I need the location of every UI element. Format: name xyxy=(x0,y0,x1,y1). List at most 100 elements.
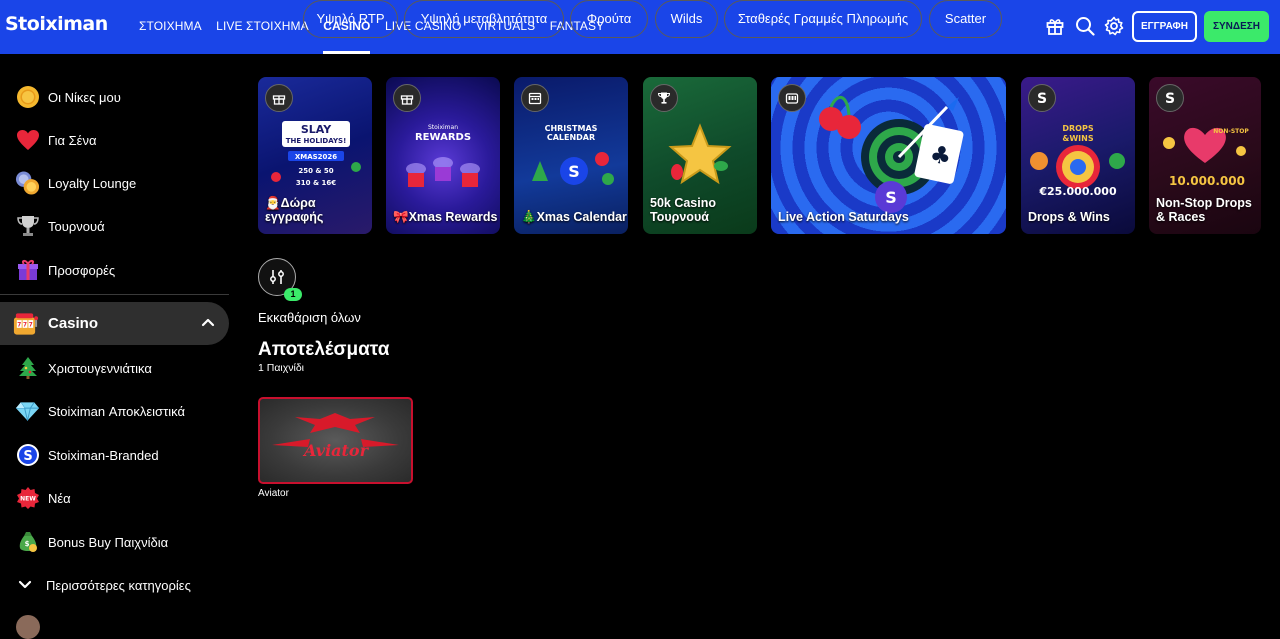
game-name: Aviator xyxy=(258,488,289,499)
svg-text:DROPS: DROPS xyxy=(1062,124,1093,133)
svg-text:S: S xyxy=(1037,91,1047,106)
sidebar-item-offers[interactable]: Προσφορές xyxy=(15,255,115,285)
sidebar-item-label: Προσφορές xyxy=(48,262,116,278)
svg-text:SLAY: SLAY xyxy=(301,123,332,136)
chevron-up-icon[interactable] xyxy=(201,315,215,329)
svg-text:310 & 16€: 310 & 16€ xyxy=(296,179,336,187)
promo-title: Live Action Saturdays xyxy=(778,210,909,224)
heart-icon xyxy=(15,128,40,153)
svg-text:$: $ xyxy=(24,540,29,548)
promo-title: 🎄Xmas Calendar xyxy=(521,210,627,224)
sidebar-item-exclusive[interactable]: Stoiximan Αποκλειστικά xyxy=(15,396,185,426)
svg-text:XMAS2026: XMAS2026 xyxy=(295,153,337,161)
promo-card-drops-wins[interactable]: DROPS &WINS €25.000.000 S Drops & Wins xyxy=(1021,77,1135,234)
filter-chip-wilds[interactable]: Wilds xyxy=(655,0,718,38)
results-count: 1 Παιχνίδι xyxy=(258,362,305,374)
sidebar-item-loyalty[interactable]: Loyalty Lounge xyxy=(15,168,136,198)
sidebar-item-tournaments[interactable]: Τουρνουά xyxy=(15,211,105,241)
filter-chip-fruits[interactable]: Φρούτα xyxy=(570,0,648,38)
svg-text:NEW: NEW xyxy=(20,496,36,503)
nav-stoixima[interactable]: ΣΤΟΙΧΗΜΑ xyxy=(139,0,202,54)
gift-icon[interactable] xyxy=(1045,16,1065,36)
filter-chip-fixed-paylines[interactable]: Σταθερές Γραμμές Πληρωμής xyxy=(724,0,922,38)
results-title: Αποτελέσματα xyxy=(258,339,390,360)
promo-title: 50k Casino Τουρνουά xyxy=(650,196,717,224)
sidebar-item-wins[interactable]: Οι Νίκες μου xyxy=(15,82,121,112)
promo-card-non-stop-drops[interactable]: NON-STOP 10.000.000 S Non-Stop Drops & R… xyxy=(1149,77,1261,234)
stoiximan-logo-icon: S xyxy=(15,443,40,468)
login-button[interactable]: ΣΥΝΔΕΣΗ xyxy=(1204,11,1269,42)
svg-text:Stoiximan: Stoiximan xyxy=(428,124,458,131)
svg-text:S: S xyxy=(885,188,897,207)
sliders-icon xyxy=(270,270,284,284)
promo-card-registration-gifts[interactable]: SLAY THE HOLIDAYS! XMAS2026 250 & 50 310… xyxy=(258,77,372,234)
svg-text:250 & 50: 250 & 50 xyxy=(298,167,333,175)
aviator-logo: Aviator xyxy=(272,413,399,460)
christmas-tree-icon xyxy=(15,356,40,381)
sidebar-item-label: Για Σένα xyxy=(48,132,97,148)
promo-title: Non-Stop Drops & Races xyxy=(1156,196,1252,224)
svg-text:10.000.000: 10.000.000 xyxy=(1169,174,1245,188)
money-bag-icon: $ xyxy=(15,530,40,555)
sidebar-item-label: Χριστουγεννιάτικα xyxy=(48,360,152,376)
slot-icon xyxy=(778,84,806,112)
aviator-logo-text: Aviator xyxy=(302,441,370,460)
gift-icon xyxy=(265,84,293,112)
diamond-icon xyxy=(15,399,40,424)
promo-card-xmas-rewards[interactable]: Stoiximan REWARDS 🎀Xmas Rewards xyxy=(386,77,500,234)
gift-icon xyxy=(393,84,421,112)
sidebar-more-categories[interactable]: Περισσότερες κατηγορίες xyxy=(18,570,191,600)
svg-text:CHRISTMAS: CHRISTMAS xyxy=(545,124,598,133)
coin-icon xyxy=(15,85,40,110)
sidebar-casino-label: Casino xyxy=(48,315,99,332)
register-button[interactable]: ΕΓΓΡΑΦΗ xyxy=(1132,11,1197,42)
sidebar-item-label: Νέα xyxy=(48,490,71,506)
sidebar-item-christmas[interactable]: Χριστουγεννιάτικα xyxy=(15,353,152,383)
promo-title: 🎀Xmas Rewards xyxy=(393,210,498,224)
promo-card-live-action-saturdays[interactable]: ♣ S Live Action Saturdays xyxy=(771,77,1006,234)
sidebar-item-label: Loyalty Lounge xyxy=(48,175,137,191)
promo-card-casino-tournament[interactable]: 50k Casino Τουρνουά xyxy=(643,77,757,234)
sidebar-item-branded[interactable]: S Stoiximan-Branded xyxy=(15,440,159,470)
filter-chip-scatter[interactable]: Scatter xyxy=(929,0,1002,38)
svg-text:THE HOLIDAYS!: THE HOLIDAYS! xyxy=(286,137,347,145)
gift-box-icon xyxy=(15,258,40,283)
promo-title: 🎅Δώρα εγγραφής xyxy=(265,196,324,224)
svg-text:7: 7 xyxy=(29,322,33,328)
filter-chip-high-volatility[interactable]: Υψηλή μεταβλητότητα xyxy=(404,0,564,38)
promo-art xyxy=(668,123,732,185)
sidebar-item-for-you[interactable]: Για Σένα xyxy=(15,125,96,155)
svg-text:REWARDS: REWARDS xyxy=(415,132,471,143)
sidebar-casino-section[interactable]: 777 Casino xyxy=(0,302,229,345)
svg-text:CALENDAR: CALENDAR xyxy=(547,133,595,142)
sidebar-item-label: Stoiximan-Branded xyxy=(48,447,159,463)
search-icon[interactable] xyxy=(1075,16,1095,36)
stoiximan-icon: S xyxy=(1156,84,1184,112)
sidebar-item-label: Τουρνουά xyxy=(48,218,105,234)
filter-chip-high-rtp[interactable]: Υψηλό RTP xyxy=(303,0,398,38)
promo-art: DROPS &WINS €25.000.000 xyxy=(1030,124,1125,198)
trophy-icon xyxy=(15,214,40,239)
promo-art: NON-STOP 10.000.000 xyxy=(1163,127,1249,188)
sidebar-item-label: Bonus Buy Παιχνίδια xyxy=(48,534,169,550)
sidebar-item-new[interactable]: NEW Νέα xyxy=(15,483,71,513)
sidebar-item-label: Stoiximan Αποκλειστικά xyxy=(48,403,185,419)
svg-text:S: S xyxy=(23,449,32,464)
svg-text:€25.000.000: €25.000.000 xyxy=(1038,185,1117,198)
slot-machine-icon: 777 xyxy=(12,310,39,337)
svg-text:7: 7 xyxy=(17,322,21,328)
game-card-aviator[interactable]: Aviator xyxy=(258,397,413,484)
stoiximan-logo[interactable]: Stoiximan xyxy=(5,13,108,35)
svg-text:S: S xyxy=(568,162,580,181)
promo-art: SLAY THE HOLIDAYS! XMAS2026 250 & 50 310… xyxy=(271,121,361,187)
sidebar-item-label: Οι Νίκες μου xyxy=(48,89,121,105)
svg-text:&WINS: &WINS xyxy=(1062,134,1093,143)
nav-live-stoixima[interactable]: LIVE ΣΤΟΙΧΗΜΑ xyxy=(216,0,309,54)
promo-art: Stoiximan REWARDS xyxy=(406,124,480,187)
gear-icon[interactable] xyxy=(1104,16,1124,36)
promo-card-xmas-calendar[interactable]: CHRISTMAS CALENDAR S 🎄Xmas Calendar xyxy=(514,77,628,234)
calendar-icon xyxy=(521,84,549,112)
clear-all-link[interactable]: Εκκαθάριση όλων xyxy=(258,310,361,325)
sidebar-item-bonus-buy[interactable]: $ Bonus Buy Παιχνίδια xyxy=(15,527,168,557)
sidebar-divider xyxy=(0,294,229,295)
